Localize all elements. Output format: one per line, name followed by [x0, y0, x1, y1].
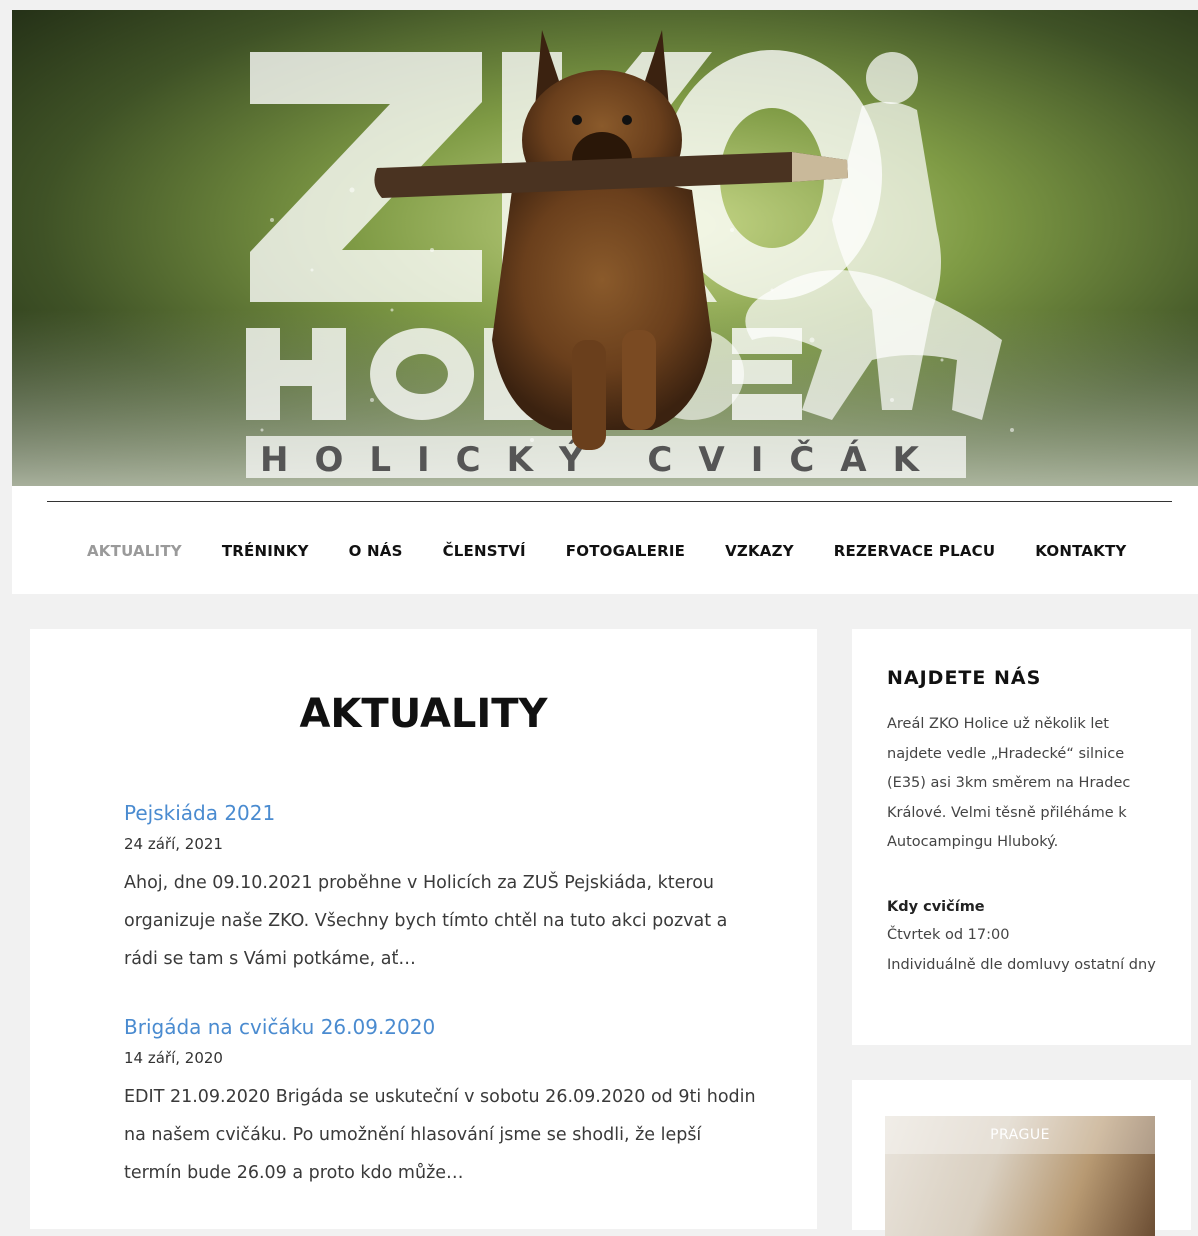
post-date: 24 září, 2021	[124, 835, 223, 853]
post-title-link[interactable]: Pejskiáda 2021	[124, 800, 764, 826]
main-content: AKTUALITY Pejskiáda 2021 24 září, 2021 A…	[30, 629, 817, 1229]
post-item: Pejskiáda 2021 24 září, 2021 Ahoj, dne 0…	[124, 800, 764, 978]
widget-location-text: Areál ZKO Holice už několik let najdete …	[887, 716, 1131, 850]
post-excerpt: Ahoj, dne 09.10.2021 proběhne v Holicích…	[124, 873, 728, 969]
post-date: 14 září, 2020	[124, 1049, 223, 1067]
hero-banner: HOLICKÝ CVIČÁK	[12, 10, 1198, 486]
main-navigation: AKTUALITY TRÉNINKY O NÁS ČLENSTVÍ FOTOGA…	[12, 486, 1198, 594]
training-note: Individuálně dle domluvy ostatní dny	[887, 957, 1156, 973]
sidebar-find-us: NAJDETE NÁS Areál ZKO Holice už několik …	[852, 629, 1191, 1045]
sidebar-gallery: PRAGUE	[852, 1080, 1191, 1236]
nav-item-fotogalerie[interactable]: FOTOGALERIE	[566, 542, 685, 560]
post-excerpt: EDIT 21.09.2020 Brigáda se uskuteční v s…	[124, 1087, 756, 1183]
nav-divider	[47, 501, 1172, 502]
nav-menu: AKTUALITY TRÉNINKY O NÁS ČLENSTVÍ FOTOGA…	[87, 542, 1167, 560]
nav-item-vzkazy[interactable]: VZKAZY	[725, 542, 794, 560]
nav-item-kontakty[interactable]: KONTAKTY	[1035, 542, 1126, 560]
nav-item-treninky[interactable]: TRÉNINKY	[222, 542, 309, 560]
nav-item-o-nas[interactable]: O NÁS	[349, 542, 403, 560]
training-time: Čtvrtek od 17:00	[887, 927, 1010, 943]
post-item: Brigáda na cvičáku 26.09.2020 14 září, 2…	[124, 1014, 764, 1192]
nav-item-aktuality[interactable]: AKTUALITY	[87, 542, 182, 560]
nav-item-clenstvi[interactable]: ČLENSTVÍ	[443, 542, 526, 560]
gallery-photo-label: PRAGUE	[885, 1116, 1155, 1154]
gallery-photo[interactable]: PRAGUE	[885, 1116, 1155, 1236]
post-title-link[interactable]: Brigáda na cvičáku 26.09.2020	[124, 1014, 764, 1040]
hero-image: HOLICKÝ CVIČÁK	[12, 10, 1198, 486]
page-title: AKTUALITY	[299, 691, 548, 737]
nav-item-rezervace-placu[interactable]: REZERVACE PLACU	[834, 542, 996, 560]
widget-title: NAJDETE NÁS	[887, 667, 1042, 689]
training-heading: Kdy cvičíme	[887, 899, 985, 915]
